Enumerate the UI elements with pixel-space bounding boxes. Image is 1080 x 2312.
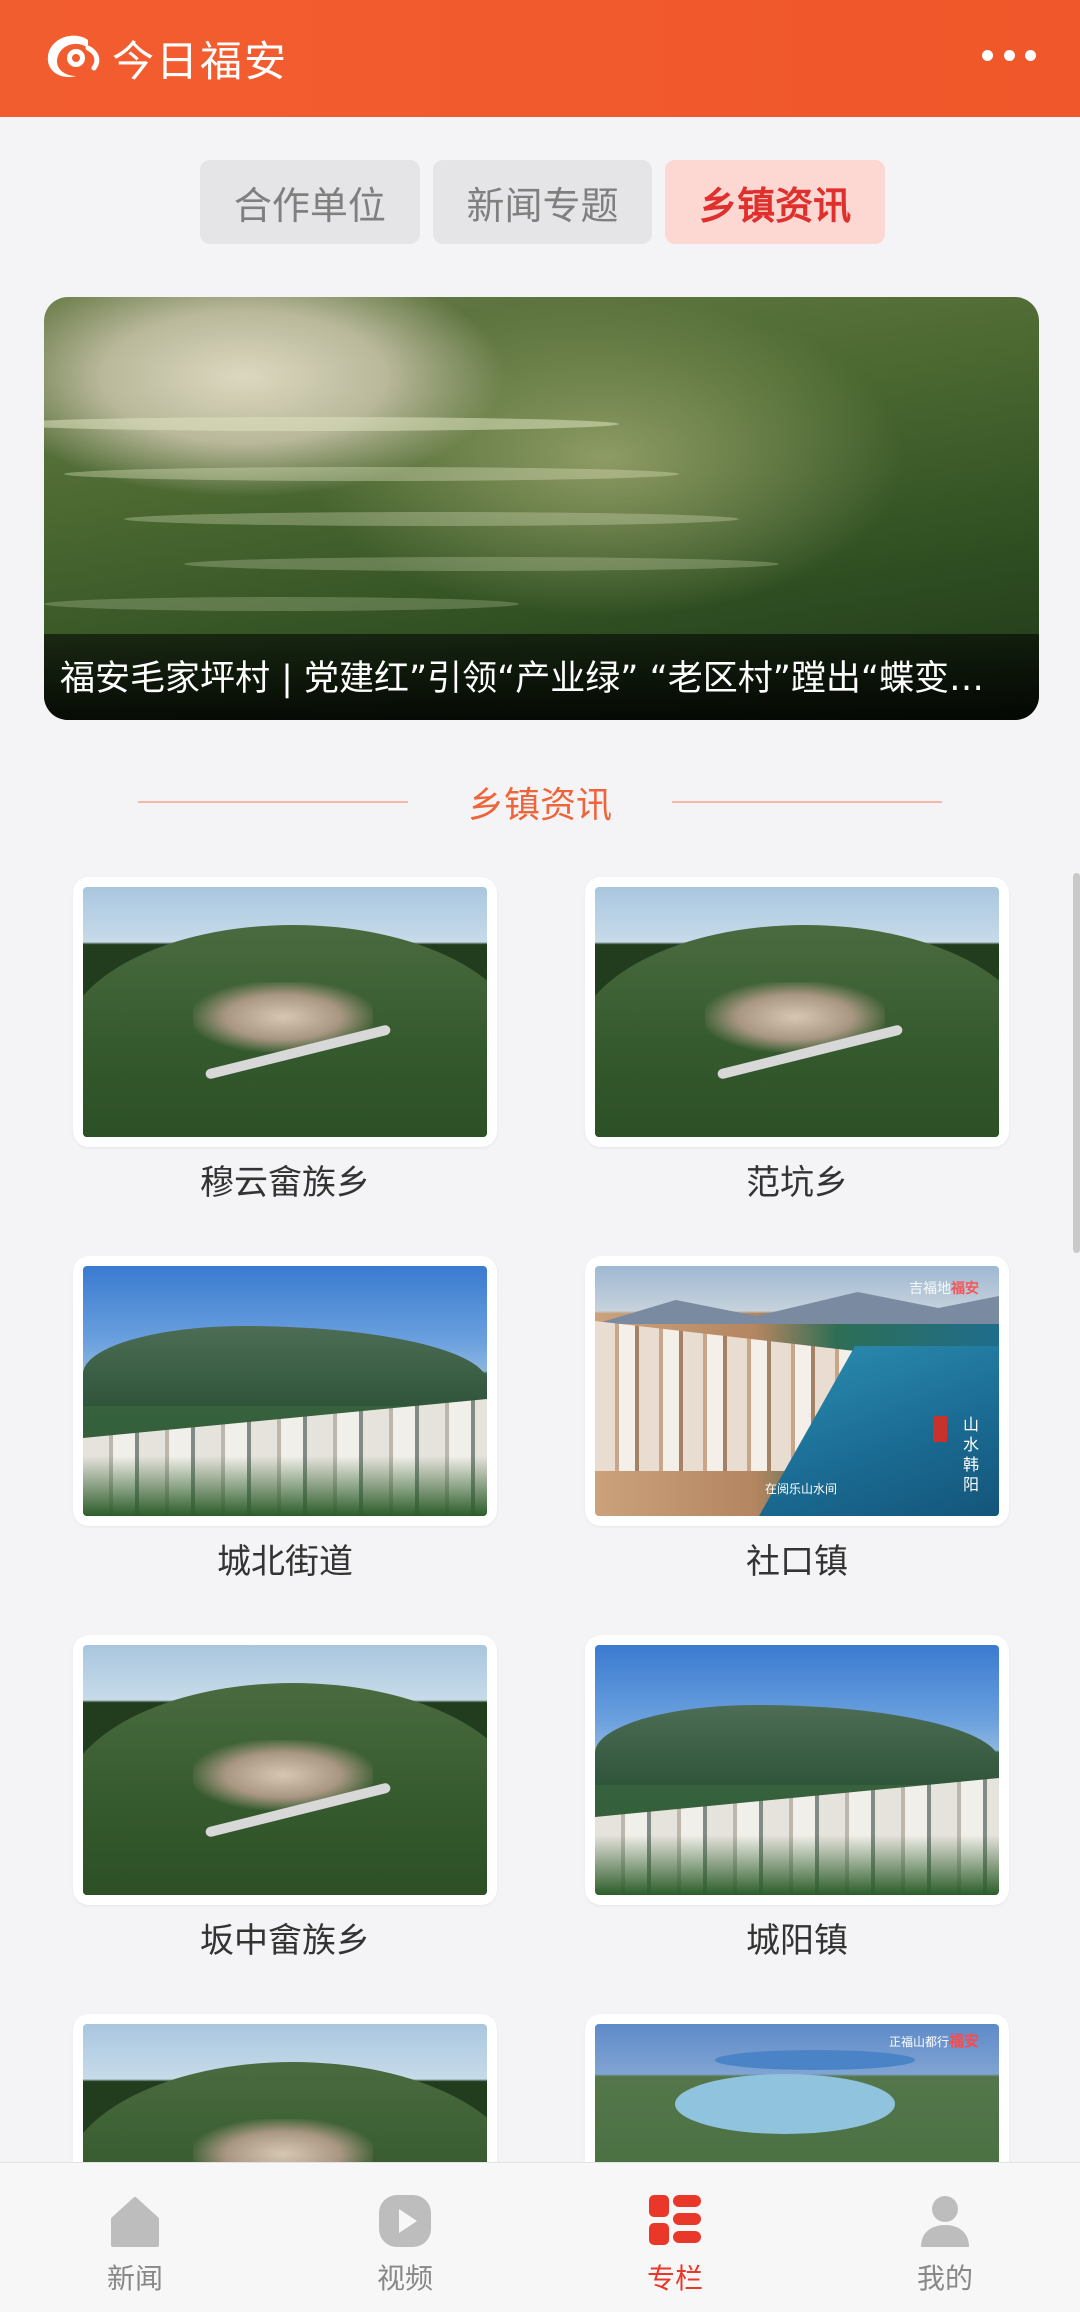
township-card[interactable]: 范坑乡: [585, 877, 1009, 1203]
nav-item-column[interactable]: 专栏: [540, 2163, 810, 2312]
township-photo: [595, 887, 999, 1137]
nav-label: 视频: [376, 2262, 433, 2295]
township-photo: [595, 1645, 999, 1895]
township-card[interactable]: 坂中畲族乡: [73, 1635, 497, 1961]
township-label: 社口镇: [746, 1542, 848, 1582]
app-logo-icon: [47, 35, 100, 78]
township-photo: [83, 1266, 487, 1516]
nav-item-news[interactable]: 新闻: [0, 2163, 270, 2312]
hero-banner[interactable]: 福安毛家坪村 | 党建红”引领“产业绿” “老区村”蹚出“蝶变…: [44, 297, 1039, 720]
divider: [137, 801, 408, 803]
nav-label: 我的: [916, 2262, 973, 2295]
divider: [672, 801, 942, 803]
photo-watermark: 正福山都行福安: [888, 2032, 979, 2050]
township-card[interactable]: 吉福地福安 在阅乐山水间 山水韩阳 社口镇: [585, 1256, 1009, 1582]
column-icon: [649, 2195, 701, 2245]
township-label: 城阳镇: [746, 1921, 848, 1961]
township-label: 城北街道: [217, 1542, 353, 1582]
app-header: 今日福安: [0, 0, 1080, 117]
tab-partners[interactable]: 合作单位: [200, 160, 420, 244]
photo-watermark: 吉福地福安: [909, 1281, 979, 1297]
bottom-nav: 新闻 视频 专栏 我的: [0, 2162, 1080, 2312]
photo-caption: 在阅乐山水间: [765, 1482, 838, 1496]
hero-caption: 福安毛家坪村 | 党建红”引领“产业绿” “老区村”蹚出“蝶变…: [44, 634, 1039, 720]
user-icon: [921, 2196, 969, 2247]
nav-item-video[interactable]: 视频: [270, 2163, 540, 2312]
township-photo: [83, 887, 487, 1137]
more-options-icon[interactable]: [982, 40, 1036, 70]
township-label: 穆云畲族乡: [200, 1163, 370, 1203]
app-title: 今日福安: [112, 37, 289, 86]
nav-label: 新闻: [106, 2262, 163, 2295]
tab-news-topics[interactable]: 新闻专题: [432, 160, 653, 244]
township-label: 范坑乡: [746, 1163, 848, 1203]
section-header: 乡镇资讯: [0, 772, 1080, 832]
category-tabs: 合作单位 新闻专题 乡镇资讯: [200, 160, 886, 244]
photo-vertical-text: 山水韩阳: [960, 1416, 979, 1496]
township-photo: [83, 1645, 487, 1895]
play-icon: [379, 2195, 431, 2247]
township-card[interactable]: 城北街道: [73, 1256, 497, 1582]
tab-township-news[interactable]: 乡镇资讯: [665, 160, 886, 244]
seal-mark: [933, 1416, 947, 1442]
township-card[interactable]: 城阳镇: [585, 1635, 1009, 1961]
scrollbar[interactable]: [1073, 873, 1080, 1253]
township-label: 坂中畲族乡: [200, 1921, 370, 1961]
township-card[interactable]: 穆云畲族乡: [73, 877, 497, 1203]
nav-item-me[interactable]: 我的: [810, 2163, 1080, 2312]
township-photo: 吉福地福安 在阅乐山水间 山水韩阳: [595, 1266, 999, 1516]
nav-label: 专栏: [646, 2262, 703, 2295]
home-icon: [111, 2197, 159, 2247]
section-title: 乡镇资讯: [467, 785, 612, 826]
